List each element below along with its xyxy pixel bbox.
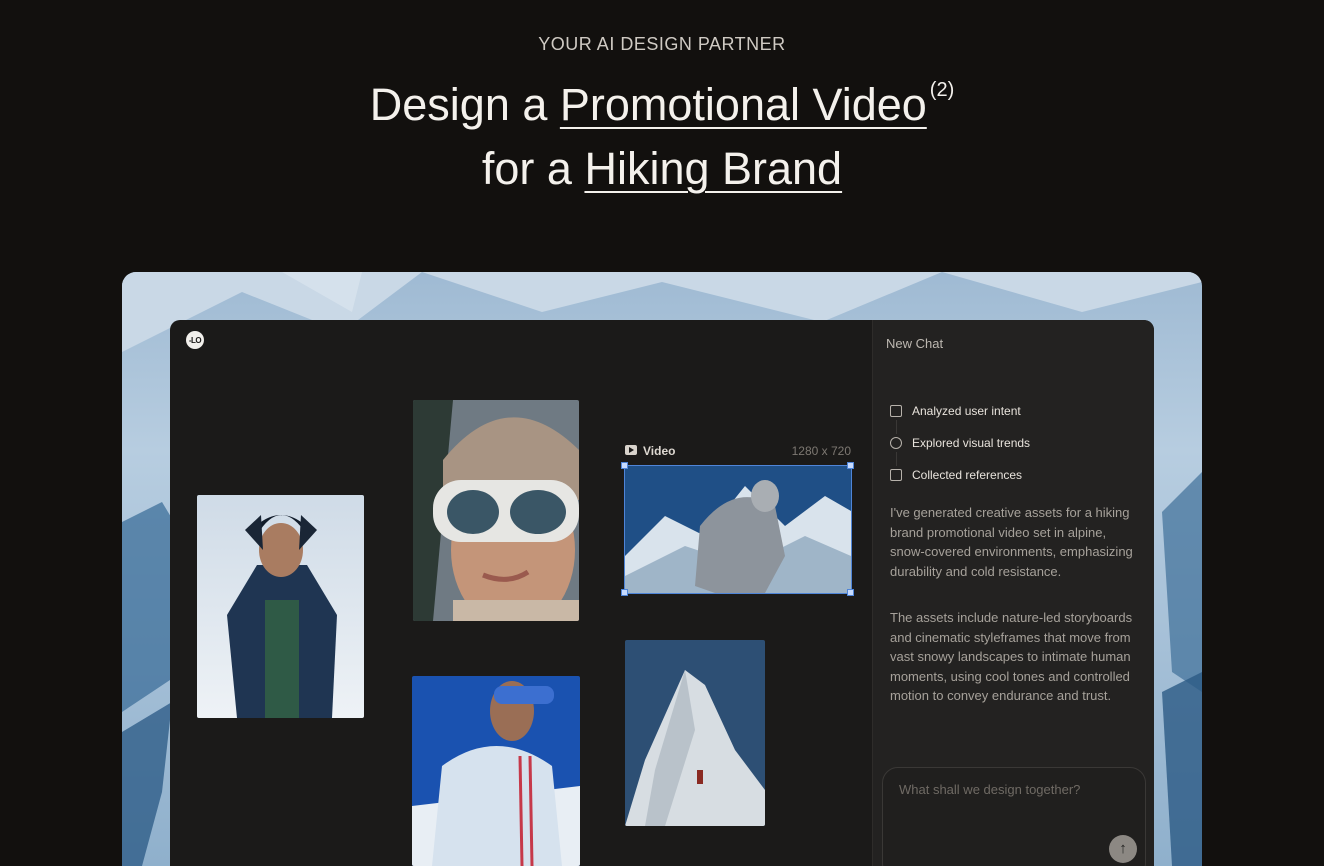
grid-icon [890,469,902,481]
step-item: Analyzed user intent [890,404,1140,436]
image-tile-goggles-portrait[interactable] [413,400,579,621]
video-header: Video 1280 x 720 [625,444,851,460]
chat-title: New Chat [886,336,944,351]
chat-icon [890,405,902,417]
blue-goggles-image [412,676,580,866]
hiker-jacket-image [197,495,364,718]
step-label: Explored visual trends [912,436,1031,450]
send-button[interactable]: ↑ [1109,835,1137,863]
app-window: -LO Video 1280 x 720 New Chat Analyzed u… [170,320,1154,866]
eyebrow: YOUR AI DESIGN PARTNER [538,34,786,54]
headline-line-1: Design a Promotional Video (2) [0,79,1324,130]
resize-handle-top-left[interactable] [621,462,628,469]
prompt-input[interactable] [897,780,1131,824]
step-item: Collected references [890,468,1140,500]
video-label: Video [643,444,676,458]
hiking-brand-link[interactable]: Hiking Brand [584,143,842,194]
arrow-up-icon: ↑ [1119,840,1127,857]
resize-handle-bottom-right[interactable] [847,589,854,596]
step-label: Analyzed user intent [912,404,1021,418]
image-tile-blue-goggles[interactable] [412,676,580,866]
chat-input-box: ↑ [882,767,1146,866]
promotional-video-link[interactable]: Promotional Video [560,79,927,130]
mountain-peak-image [625,640,765,826]
headline-line-2: for a Hiking Brand [0,146,1324,191]
chat-panel: New Chat Analyzed user intent Explored v… [872,320,1154,866]
image-tile-hiker-jacket[interactable] [197,495,364,718]
step-connector [896,452,897,466]
goggles-portrait-image [413,400,579,621]
footnote-marker: (2) [929,79,955,101]
video-icon [625,445,637,455]
globe-icon [890,437,902,449]
resize-handle-bottom-left[interactable] [621,589,628,596]
agent-steps: Analyzed user intent Explored visual tre… [890,404,1140,500]
design-canvas[interactable]: Video 1280 x 720 [170,320,872,866]
step-label: Collected references [912,468,1023,482]
selection-box [624,465,852,594]
assistant-message-1: I've generated creative assets for a hik… [890,505,1133,579]
video-dimensions: 1280 x 720 [791,444,851,458]
resize-handle-top-right[interactable] [847,462,854,469]
step-item: Explored visual trends [890,436,1140,468]
assistant-message-2: The assets include nature-led storyboard… [890,610,1133,703]
image-tile-mountain-peak[interactable] [625,640,765,826]
headline-prefix-2: for a [481,143,585,194]
headline-prefix-1: Design a [369,79,560,130]
step-connector [896,420,897,434]
